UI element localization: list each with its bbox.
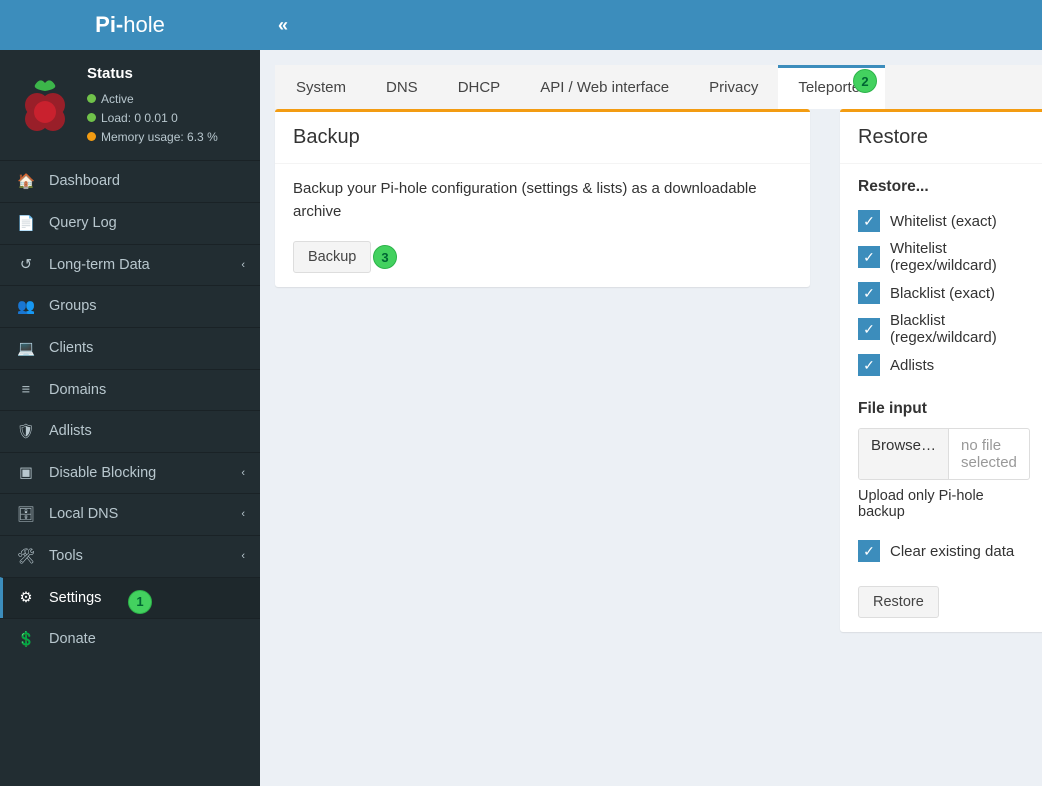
tabs: System DNS DHCP API / Web interface Priv… [275, 65, 1042, 109]
check-icon: ✓ [858, 210, 880, 232]
chk-whitelist-exact[interactable]: ✓Whitelist (exact) [858, 210, 1030, 232]
tab-privacy[interactable]: Privacy [689, 66, 778, 109]
restore-subtitle: Restore... [858, 178, 1030, 196]
content: System DNS DHCP API / Web interface Priv… [260, 50, 1042, 647]
nav-querylog[interactable]: 📄Query Log [0, 202, 260, 244]
nav-dashboard[interactable]: 🏠Dashboard [0, 160, 260, 202]
annotation-3: 3 [373, 245, 397, 269]
nav-donate[interactable]: 💲Donate [0, 618, 260, 660]
restore-button[interactable]: Restore [858, 586, 939, 618]
backup-button[interactable]: Backup [293, 241, 371, 273]
pihole-logo-icon [15, 75, 75, 135]
file-input-label: File input [858, 400, 1030, 418]
chk-blacklist-exact[interactable]: ✓Blacklist (exact) [858, 282, 1030, 304]
restore-card: Restore Restore... ✓Whitelist (exact) ✓W… [840, 109, 1042, 632]
logo[interactable]: Pi-hole [0, 0, 260, 50]
check-icon: ✓ [858, 246, 880, 268]
chk-blacklist-regex[interactable]: ✓Blacklist (regex/wildcard) [858, 312, 1030, 346]
backup-title: Backup [275, 112, 810, 164]
chevron-left-icon: ‹ [241, 467, 245, 479]
check-icon: ✓ [858, 282, 880, 304]
nav-domains[interactable]: ≡Domains [0, 369, 260, 410]
backup-card: Backup Backup your Pi-hole configuration… [275, 109, 810, 287]
chevron-left-icon: ‹ [241, 550, 245, 562]
main: « System DNS DHCP API / Web interface Pr… [260, 0, 1042, 786]
status-panel: Status Active Load: 0 0.01 0 Memory usag… [0, 50, 260, 160]
status-active: Active [87, 90, 218, 109]
nav-adlists[interactable]: 🛡Adlists [0, 410, 260, 452]
nav-disable[interactable]: ▣Disable Blocking‹ [0, 452, 260, 493]
file-input[interactable]: Browse… no file selected [858, 428, 1030, 480]
annotation-1: 1 [128, 590, 152, 614]
tab-api[interactable]: API / Web interface [520, 66, 689, 109]
chk-clear-existing[interactable]: ✓Clear existing data [858, 540, 1030, 562]
nav-localdns[interactable]: 🗄Local DNS‹ [0, 493, 260, 535]
sidebar: Pi-hole Status Active Load: 0 0.01 0 Mem… [0, 0, 260, 786]
chk-whitelist-regex[interactable]: ✓Whitelist (regex/wildcard) [858, 240, 1030, 274]
nav-settings[interactable]: ⚙Settings 1 [0, 577, 260, 618]
chk-adlists[interactable]: ✓Adlists [858, 354, 1030, 376]
status-memory: Memory usage: 6.3 % [87, 128, 218, 147]
check-icon: ✓ [858, 354, 880, 376]
restore-title: Restore [840, 112, 1042, 164]
backup-desc: Backup your Pi-hole configuration (setti… [293, 178, 792, 223]
file-placeholder: no file selected [949, 429, 1029, 479]
topbar: « [260, 0, 1042, 50]
browse-button[interactable]: Browse… [859, 429, 949, 479]
status-load: Load: 0 0.01 0 [87, 109, 218, 128]
tab-dns[interactable]: DNS [366, 66, 438, 109]
logo-bold: Pi- [95, 12, 123, 38]
nav-tools[interactable]: 🛠Tools‹ [0, 535, 260, 577]
sidebar-collapse-icon[interactable]: « [278, 15, 288, 36]
nav-clients[interactable]: 💻Clients [0, 327, 260, 369]
status-title: Status [87, 62, 218, 86]
tab-dhcp[interactable]: DHCP [438, 66, 521, 109]
annotation-2: 2 [853, 69, 877, 93]
chevron-left-icon: ‹ [241, 508, 245, 520]
nav-groups[interactable]: 👥Groups [0, 285, 260, 327]
tab-system[interactable]: System [276, 66, 366, 109]
logo-thin: hole [123, 12, 165, 38]
file-hint: Upload only Pi-hole backup [858, 488, 1030, 520]
chevron-left-icon: ‹ [241, 259, 245, 271]
check-icon: ✓ [858, 318, 880, 340]
check-icon: ✓ [858, 540, 880, 562]
nav-menu: 🏠Dashboard 📄Query Log ↺Long-term Data‹ 👥… [0, 160, 260, 660]
nav-longterm[interactable]: ↺Long-term Data‹ [0, 244, 260, 285]
